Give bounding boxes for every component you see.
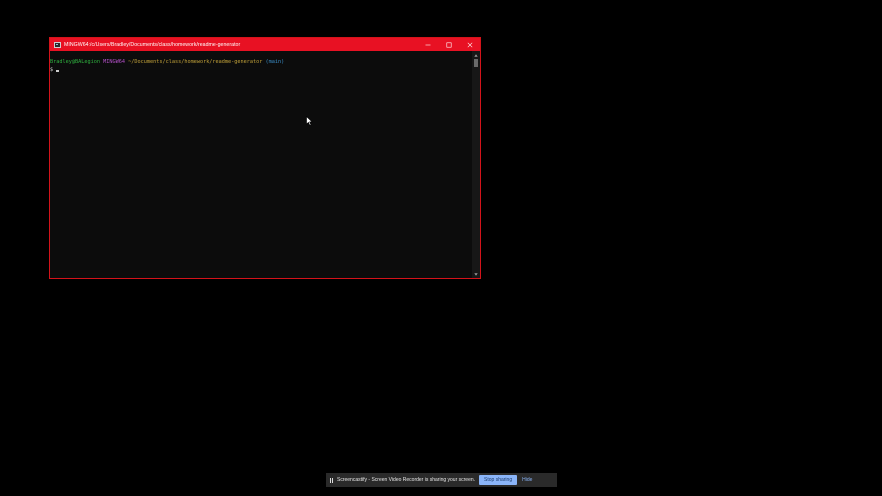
hide-button[interactable]: Hide [522,477,532,483]
command-line[interactable]: $ [50,66,473,74]
window-titlebar[interactable]: MINGW64:/c/Users/Bradley/Documents/class… [50,38,480,51]
maximize-button[interactable] [438,38,459,51]
window-controls [417,38,480,51]
minimize-icon [425,44,430,45]
text-cursor [56,70,60,72]
terminal-window[interactable]: MINGW64:/c/Users/Bradley/Documents/class… [49,37,481,279]
chevron-up-icon [474,53,478,57]
close-icon [467,42,472,47]
desktop: MINGW64:/c/Users/Bradley/Documents/class… [0,0,882,496]
terminal-output[interactable]: Bradley@BALegion MINGW64 ~/Documents/cla… [50,51,473,278]
pause-icon[interactable] [330,477,333,483]
maximize-icon [446,42,452,48]
prompt-branch: (main) [265,59,285,65]
scroll-down-button[interactable] [472,271,480,277]
stop-sharing-button[interactable]: Stop sharing [479,475,518,485]
window-title: MINGW64:/c/Users/Bradley/Documents/class… [64,41,241,48]
chevron-down-icon [474,272,478,276]
vertical-scrollbar[interactable] [472,51,480,278]
prompt-path: ~/Documents/class/homework/readme-genera… [128,59,263,65]
prompt-user-host: Bradley@BALegion [50,59,100,65]
close-button[interactable] [459,38,480,51]
prompt-shell: MINGW64 [103,59,125,65]
screen-sharing-bar: Screencastify - Screen Video Recorder is… [326,473,557,487]
scrollbar-thumb[interactable] [474,59,478,67]
sharing-message: Screencastify - Screen Video Recorder is… [337,477,476,483]
mingw-app-icon[interactable] [54,41,61,48]
minimize-button[interactable] [417,38,438,51]
prompt-line: Bradley@BALegion MINGW64 ~/Documents/cla… [50,58,473,66]
scroll-up-button[interactable] [472,52,480,58]
mouse-pointer-icon [306,116,313,126]
prompt-symbol: $ [50,67,54,73]
